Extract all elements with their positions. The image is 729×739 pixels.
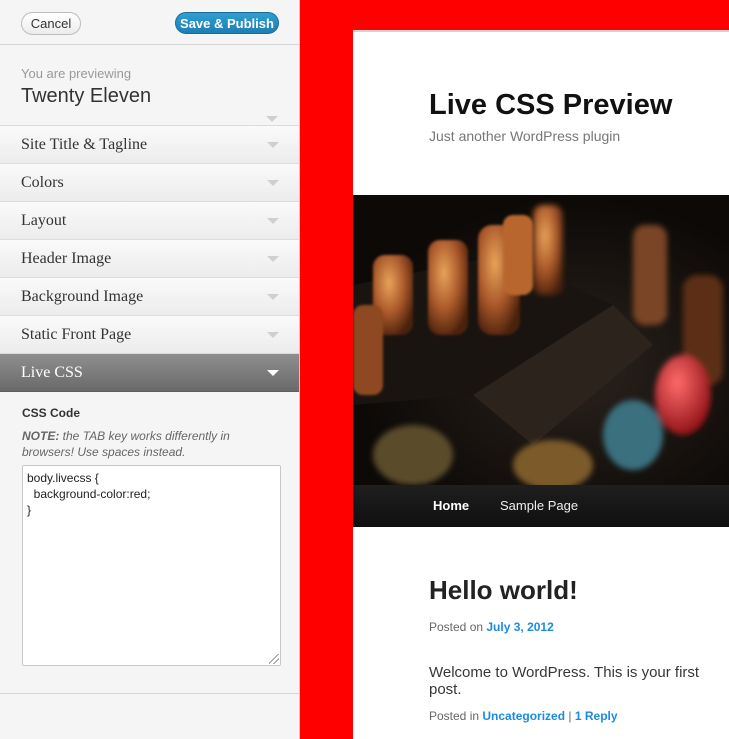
post-title[interactable]: Hello world!	[429, 575, 578, 606]
site-preview: Live CSS Preview Just another WordPress …	[353, 30, 729, 739]
section-live-css[interactable]: Live CSS	[0, 354, 299, 392]
section-layout[interactable]: Layout	[0, 202, 299, 240]
section-label: Colors	[21, 174, 64, 191]
meta-separator: |	[565, 709, 575, 723]
header-image	[353, 195, 729, 485]
cancel-button[interactable]: Cancel	[21, 12, 81, 35]
customizer-panel: Cancel Save & Publish You are previewing…	[0, 0, 300, 739]
post-meta-footer: Posted in Uncategorized | 1 Reply	[429, 709, 618, 723]
css-code-editor[interactable]: body.livecss { background-color:red; }	[22, 465, 281, 666]
section-label: Live CSS	[21, 364, 83, 381]
chevron-down-icon	[267, 180, 279, 186]
category-link[interactable]: Uncategorized	[482, 709, 565, 723]
section-static-front-page[interactable]: Static Front Page	[0, 316, 299, 354]
reply-link[interactable]: 1 Reply	[575, 709, 618, 723]
site-tagline: Just another WordPress plugin	[429, 128, 621, 144]
chevron-down-icon	[267, 294, 279, 300]
post-content: Welcome to WordPress. This is your first…	[429, 664, 700, 698]
section-colors[interactable]: Colors	[0, 164, 299, 202]
section-background-image[interactable]: Background Image	[0, 278, 299, 316]
chess-pieces-image	[353, 205, 723, 485]
posted-on-prefix: Posted on	[429, 620, 487, 634]
posted-in-prefix: Posted in	[429, 709, 483, 723]
save-publish-button[interactable]: Save & Publish	[175, 12, 279, 34]
customizer-toolbar: Cancel Save & Publish	[0, 0, 299, 45]
site-title[interactable]: Live CSS Preview	[429, 89, 672, 122]
live-css-content: CSS Code NOTE: the TAB key works differe…	[0, 392, 299, 694]
theme-info[interactable]: You are previewing Twenty Eleven	[0, 45, 299, 126]
resize-handle-icon[interactable]	[269, 654, 279, 664]
chevron-down-icon	[266, 116, 278, 122]
nav-home-link[interactable]: Home	[433, 498, 469, 513]
section-site-title[interactable]: Site Title & Tagline	[0, 126, 299, 164]
previewing-label: You are previewing	[21, 66, 132, 81]
post-date-link[interactable]: July 3, 2012	[486, 620, 553, 634]
theme-name: Twenty Eleven	[21, 85, 152, 107]
chevron-down-icon	[267, 218, 279, 224]
chevron-down-icon	[267, 142, 279, 148]
note-prefix: NOTE:	[22, 429, 60, 443]
section-label: Site Title & Tagline	[21, 136, 148, 153]
css-code-label: CSS Code	[22, 406, 81, 420]
chevron-down-icon	[267, 332, 279, 338]
section-label: Background Image	[21, 288, 144, 305]
nav-sample-page-link[interactable]: Sample Page	[500, 498, 578, 513]
section-label: Static Front Page	[21, 326, 132, 343]
post-meta-date: Posted on July 3, 2012	[429, 620, 554, 634]
tab-key-note: NOTE: the TAB key works differently in b…	[22, 428, 272, 460]
chevron-down-icon	[267, 256, 279, 262]
section-label: Header Image	[21, 250, 112, 267]
chevron-down-icon	[267, 370, 279, 376]
section-label: Layout	[21, 212, 67, 229]
section-header-image[interactable]: Header Image	[0, 240, 299, 278]
site-navigation: Home Sample Page	[353, 485, 729, 527]
